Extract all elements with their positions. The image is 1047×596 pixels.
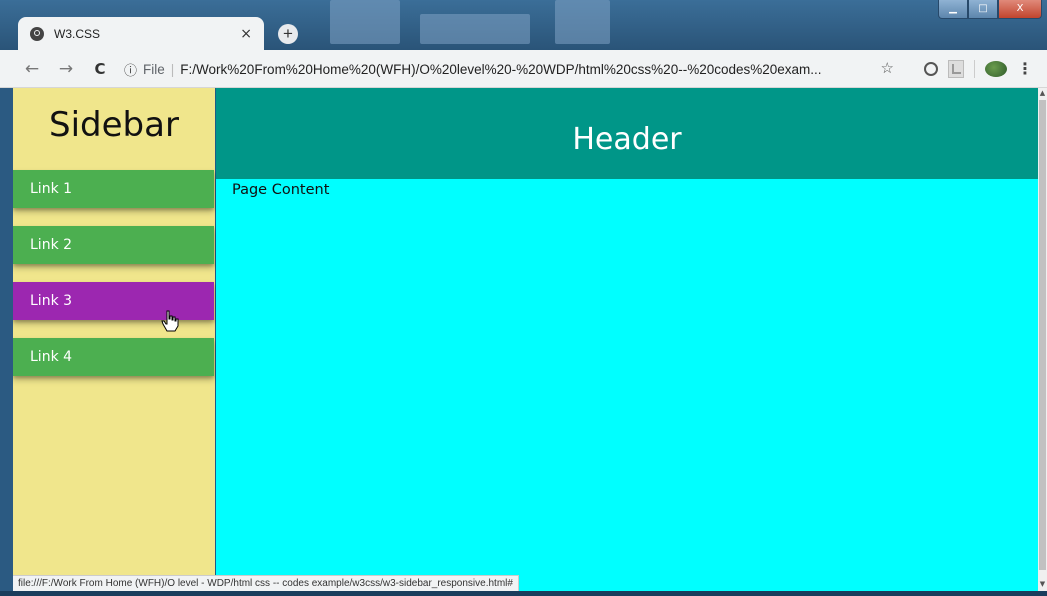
browser-menu-icon[interactable]: ⋮ [1017,59,1033,78]
sidebar-link-1[interactable]: Link 1 [13,170,214,208]
forward-button[interactable]: → [54,59,78,79]
page-viewport: Sidebar Link 1 Link 2 Link 3 Link 4 Head… [13,88,1038,591]
background-window-blur [420,14,530,44]
scheme-chip: File [143,61,165,77]
address-bar[interactable]: ⓘ File | F:/Work%20From%20Home%20(WFH)/O… [124,55,894,83]
bookmark-star-icon[interactable]: ☆ [881,59,894,77]
window-titlebar: W3.CSS × + ▁ □ X [0,0,1047,50]
header-title: Header [572,122,682,157]
close-window-button[interactable]: X [998,0,1042,19]
new-tab-button[interactable]: + [278,24,298,44]
back-button[interactable]: ← [20,59,44,79]
minimize-button[interactable]: ▁ [938,0,968,19]
opera-extension-icon[interactable] [924,61,938,76]
sidebar-link-4[interactable]: Link 4 [13,338,214,376]
scroll-up-arrow-icon[interactable]: ▲ [1038,89,1047,99]
reload-button[interactable]: C [88,60,112,78]
pdf-extension-icon[interactable] [948,59,964,78]
scroll-down-arrow-icon[interactable]: ▼ [1038,580,1047,590]
window-controls: ▁ □ X [938,0,1042,19]
page-header: Header [216,88,1038,179]
hand-cursor-icon [161,310,179,337]
info-icon[interactable]: ⓘ [124,60,137,79]
window-frame-left [0,88,13,591]
browser-toolbar: ← → C ⓘ File | F:/Work%20From%20Home%20(… [0,50,1047,88]
extension-area: ⋮ [924,59,1033,78]
sidebar-link-2[interactable]: Link 2 [13,226,214,264]
tab-close-button[interactable]: × [240,26,252,42]
background-window-blur [555,0,610,44]
sidebar-link-3[interactable]: Link 3 [13,282,214,320]
window-frame-bottom [0,591,1047,596]
vertical-scrollbar[interactable]: ▲ ▼ [1038,88,1047,591]
omnibox-separator: | [170,61,175,77]
url-text[interactable]: F:/Work%20From%20Home%20(WFH)/O%20level%… [180,62,840,77]
tab-title: W3.CSS [54,26,101,41]
toolbar-divider [974,59,975,78]
browser-tab[interactable]: W3.CSS × [18,17,264,50]
profile-avatar[interactable] [985,60,1007,77]
background-window-blur [330,0,400,44]
maximize-button[interactable]: □ [968,0,998,19]
sidebar-title: Sidebar [49,105,179,145]
sidebar: Sidebar Link 1 Link 2 Link 3 Link 4 [13,88,215,591]
globe-icon [30,26,44,41]
scrollbar-thumb[interactable] [1039,100,1046,570]
link-status-bubble: file:///F:/Work From Home (WFH)/O level … [13,575,519,592]
main-area: Header Page Content [216,88,1038,591]
